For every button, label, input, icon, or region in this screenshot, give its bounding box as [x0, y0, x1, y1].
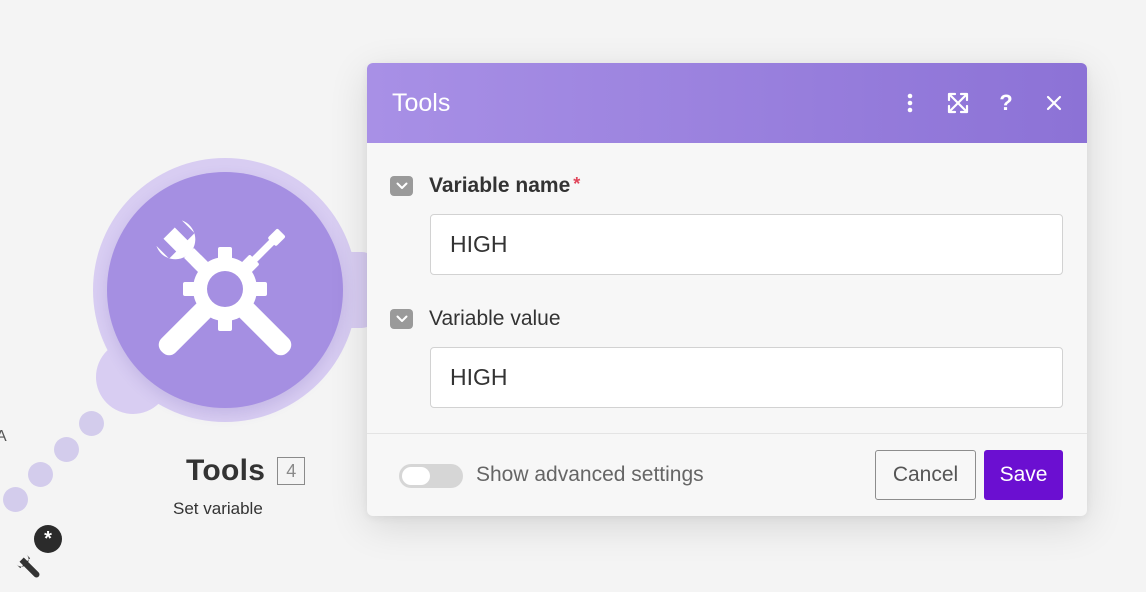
advanced-settings-label: Show advanced settings [476, 463, 704, 486]
tools-icon [156, 220, 292, 356]
wrench-icon[interactable] [14, 553, 42, 579]
module-id-badge: 4 [277, 457, 306, 485]
variable-name-label: Variable name [429, 174, 571, 197]
dialog-header: Tools ? [367, 63, 1087, 143]
asterisk-badge[interactable]: * [34, 525, 62, 553]
connector-dot [3, 487, 28, 512]
toggle-knob [402, 467, 430, 485]
advanced-settings-toggle[interactable] [399, 464, 463, 488]
cancel-button[interactable]: Cancel [875, 450, 976, 500]
collapse-chevron-icon[interactable] [390, 309, 413, 329]
edge-label: A [0, 428, 7, 445]
variable-name-input[interactable] [430, 214, 1063, 275]
more-vertical-icon[interactable] [899, 92, 921, 114]
connector-dot [28, 462, 53, 487]
module-subtitle: Set variable [173, 499, 263, 518]
collapse-chevron-icon[interactable] [390, 176, 413, 196]
module-settings-dialog: Tools ? Variable name * HIGH Variable va… [367, 63, 1087, 516]
header-actions: ? [899, 63, 1065, 143]
dialog-footer: Show advanced settings Cancel Save [367, 433, 1087, 516]
field-variable-name: Variable name * [390, 174, 580, 198]
field-label: Variable name * [429, 174, 580, 198]
module-title-row: Tools 4 [186, 454, 306, 488]
variable-value-label: Variable value [429, 307, 561, 330]
save-button[interactable]: Save [984, 450, 1063, 500]
help-icon[interactable]: ? [995, 90, 1017, 115]
close-icon[interactable] [1043, 92, 1065, 114]
variable-value-input[interactable] [430, 347, 1063, 408]
field-variable-value: Variable value [390, 307, 561, 331]
required-indicator: * [573, 174, 581, 194]
module-title[interactable]: Tools [186, 454, 265, 488]
expand-icon[interactable] [947, 92, 969, 114]
connector-dot [79, 411, 104, 436]
dialog-title: Tools [392, 88, 451, 117]
connector-dot [54, 437, 79, 462]
